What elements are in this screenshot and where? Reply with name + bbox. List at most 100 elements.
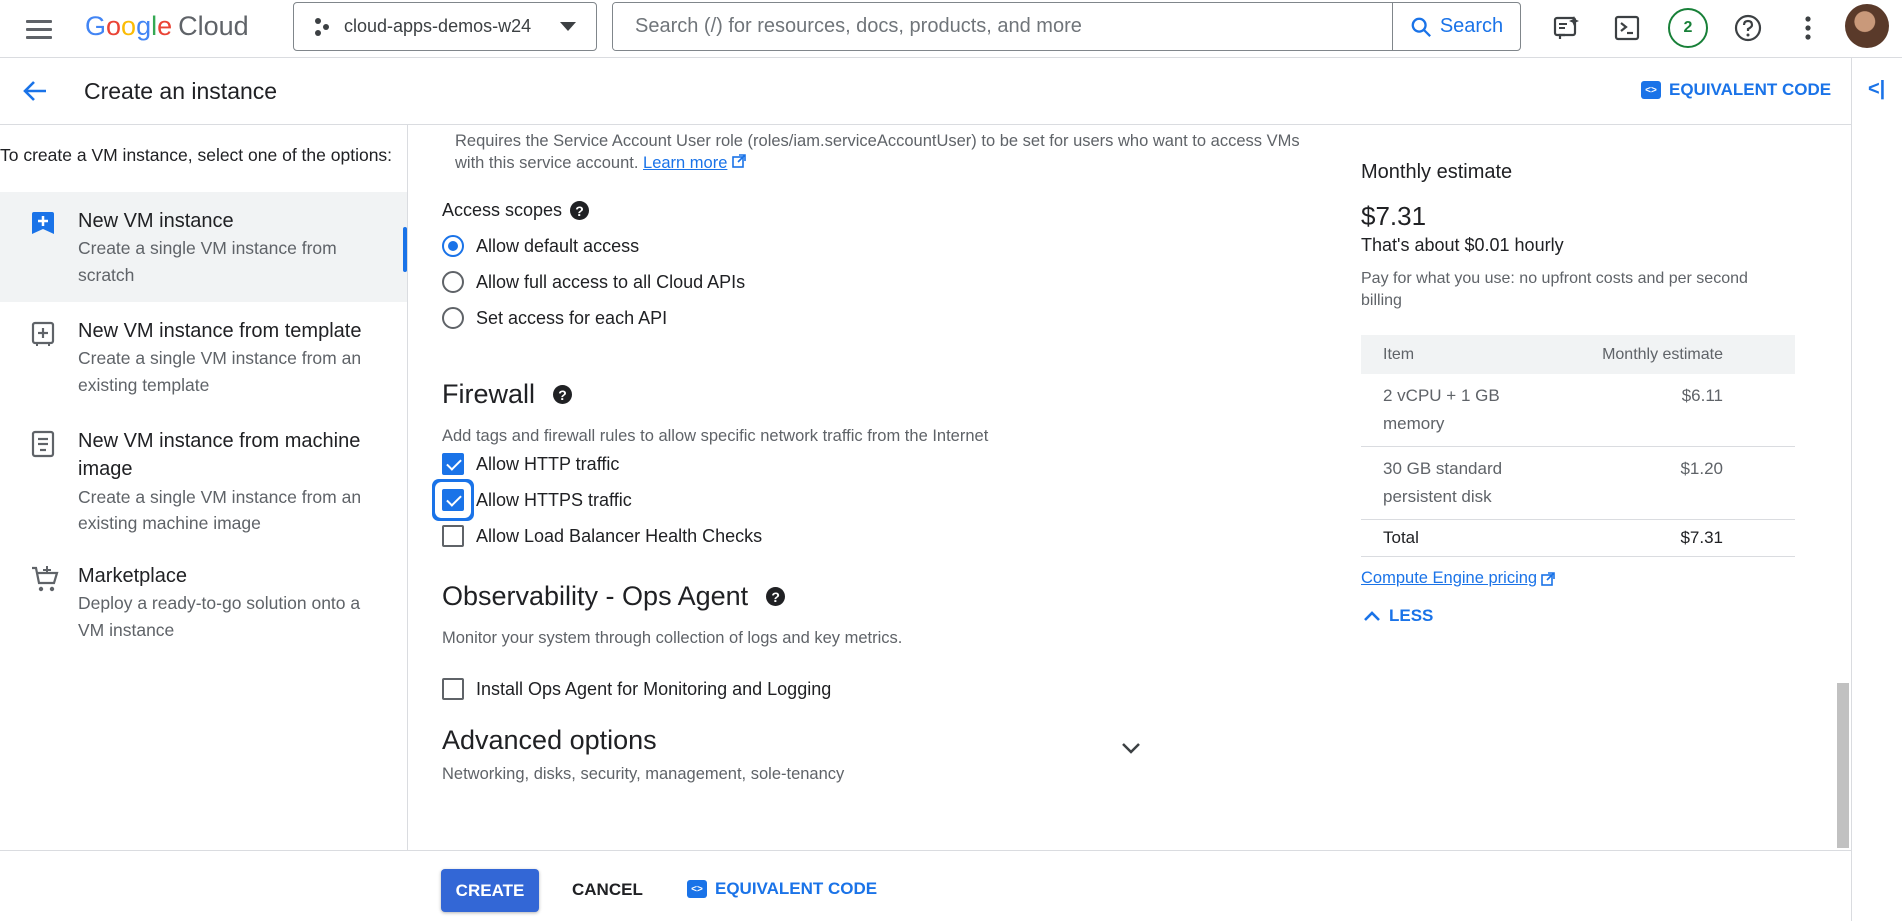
checkbox-label: Allow HTTP traffic [476, 453, 620, 474]
avatar[interactable] [1845, 4, 1889, 48]
radio-default-access[interactable]: Allow default access [442, 235, 639, 257]
page-title: Create an instance [84, 78, 278, 104]
cloud-shell-icon[interactable] [1607, 8, 1647, 48]
radio-label: Allow default access [476, 235, 640, 256]
code-icon: <> [687, 880, 707, 898]
checkbox[interactable] [442, 453, 464, 475]
radio-button[interactable] [442, 271, 464, 293]
footer-bar: CREATE CANCEL <> EQUIVALENT CODE [0, 850, 1851, 921]
row-value: $1.20 [1532, 446, 1795, 520]
more-options-icon[interactable] [1788, 8, 1828, 48]
row-item: memory [1383, 414, 1445, 433]
radio-full-access[interactable]: Allow full access to all Cloud APIs [442, 271, 745, 293]
advanced-options-heading[interactable]: Advanced options [442, 725, 657, 756]
checkbox-https[interactable]: Allow HTTPS traffic [442, 489, 632, 511]
nav-item-from-template[interactable]: New VM instance from template Create a s… [0, 302, 407, 412]
nav-item-desc: VM instance [78, 620, 175, 640]
equivalent-code-button[interactable]: <> EQUIVALENT CODE [1641, 80, 1831, 100]
nav-item-desc: Create a single VM instance from an [78, 348, 362, 368]
search-icon [1411, 17, 1431, 37]
nav-item-desc: Create a single VM instance from an [78, 487, 362, 507]
checkbox-lb-health[interactable]: Allow Load Balancer Health Checks [442, 525, 762, 547]
observability-description: Monitor your system through collection o… [442, 629, 903, 647]
nav-item-new-vm[interactable]: New VM instance Create a single VM insta… [0, 192, 407, 302]
checkbox-label: Install Ops Agent for Monitoring and Log… [476, 678, 832, 699]
checkbox[interactable] [442, 678, 464, 700]
main-form: Requires the Service Account User role (… [408, 125, 1308, 850]
search-button[interactable]: Search [1392, 3, 1520, 50]
nav-item-desc: scratch [78, 265, 135, 285]
radio-each-api[interactable]: Set access for each API [442, 307, 667, 329]
notifications-badge[interactable]: 2 [1668, 8, 1708, 48]
nav-item-desc: Deploy a ready-to-go solution onto a [78, 593, 361, 613]
checkbox[interactable] [442, 525, 464, 547]
main-menu-icon[interactable] [26, 15, 58, 43]
help-icon[interactable] [1728, 8, 1768, 48]
row-value: $6.11 [1532, 374, 1795, 447]
less-button[interactable]: LESS [1363, 606, 1433, 626]
table-row: 2 vCPU + 1 GB memory $6.11 [1361, 374, 1795, 447]
table-header: Item Monthly estimate [1361, 335, 1795, 374]
learn-more-link[interactable]: Learn more [643, 154, 727, 172]
radio-button[interactable] [442, 307, 464, 329]
nav-item-marketplace[interactable]: Marketplace Deploy a ready-to-go solutio… [0, 547, 407, 657]
search-bar: Search [612, 2, 1521, 51]
project-selector[interactable]: cloud-apps-demos-w24 [293, 2, 597, 51]
nav-item-desc: existing machine image [78, 513, 261, 533]
chevron-up-icon [1364, 611, 1380, 621]
estimate-title: Monthly estimate [1361, 161, 1513, 183]
radio-label: Allow full access to all Cloud APIs [476, 271, 746, 292]
help-icon[interactable]: ? [570, 201, 590, 220]
radio-button[interactable] [442, 235, 464, 257]
cancel-button[interactable]: CANCEL [572, 880, 643, 900]
estimate-table: Item Monthly estimate 2 vCPU + 1 GB memor… [1361, 335, 1795, 557]
project-icon [315, 17, 329, 36]
help-icon[interactable]: ? [553, 385, 573, 404]
cart-icon [30, 565, 60, 598]
checkbox[interactable] [442, 489, 464, 511]
instance-type-nav: To create a VM instance, select one of t… [0, 125, 408, 850]
add-box-icon [30, 210, 56, 241]
nav-item-desc: Create a single VM instance from [78, 238, 337, 258]
estimate-hourly: That's about $0.01 hourly [1361, 235, 1564, 255]
row-item: 30 GB standard [1383, 459, 1503, 478]
table-row: 30 GB standard persistent disk $1.20 [1361, 446, 1795, 520]
firewall-description: Add tags and firewall rules to allow spe… [442, 427, 989, 445]
collapse-panel-icon[interactable]: <| [1868, 78, 1885, 101]
google-cloud-logo[interactable]: Google Cloud [85, 10, 249, 42]
service-account-note: Requires the Service Account User role (… [455, 132, 1300, 172]
nav-item-desc: existing template [78, 375, 210, 395]
chevron-down-icon[interactable] [1120, 741, 1142, 760]
nav-item-title: Marketplace [78, 565, 187, 587]
search-button-label: Search [1439, 15, 1504, 37]
checkbox-label: Allow Load Balancer Health Checks [476, 525, 763, 546]
checkbox-ops-agent[interactable]: Install Ops Agent for Monitoring and Log… [442, 678, 831, 700]
external-link-icon [732, 154, 746, 168]
compute-engine-pricing-link[interactable]: Compute Engine pricing [1361, 569, 1555, 588]
gemini-chat-icon[interactable] [1546, 8, 1586, 48]
equivalent-code-button[interactable]: <> EQUIVALENT CODE [687, 879, 877, 899]
nav-item-title: New VM instance from template [78, 320, 362, 342]
checkbox-label: Allow HTTPS traffic [476, 489, 632, 510]
search-input[interactable] [613, 3, 1393, 50]
active-indicator [403, 227, 407, 272]
col-item: Item [1361, 335, 1533, 374]
table-row-total: Total $7.31 [1361, 519, 1795, 557]
external-link-icon [1541, 571, 1555, 586]
nav-item-title: New VM instance from machine [78, 430, 361, 452]
estimate-price: $7.31 [1361, 201, 1427, 231]
total-value: $7.31 [1532, 519, 1795, 557]
access-scopes-label: Access scopes ? [442, 200, 590, 221]
checkbox-http[interactable]: Allow HTTP traffic [442, 453, 619, 475]
advanced-options-description: Networking, disks, security, management,… [442, 765, 845, 783]
firewall-heading: Firewall ? [442, 379, 573, 410]
nav-item-from-machine-image[interactable]: New VM instance from machine image Creat… [0, 412, 407, 547]
top-bar: Google Cloud cloud-apps-demos-w24 Search … [0, 0, 1902, 58]
radio-label: Set access for each API [476, 307, 668, 328]
add-template-icon [30, 320, 56, 351]
nav-item-title: New VM instance [78, 210, 234, 232]
back-arrow-icon[interactable] [20, 76, 50, 111]
help-icon[interactable]: ? [766, 587, 786, 606]
scrollbar-thumb[interactable] [1837, 683, 1849, 848]
create-button[interactable]: CREATE [441, 869, 539, 912]
